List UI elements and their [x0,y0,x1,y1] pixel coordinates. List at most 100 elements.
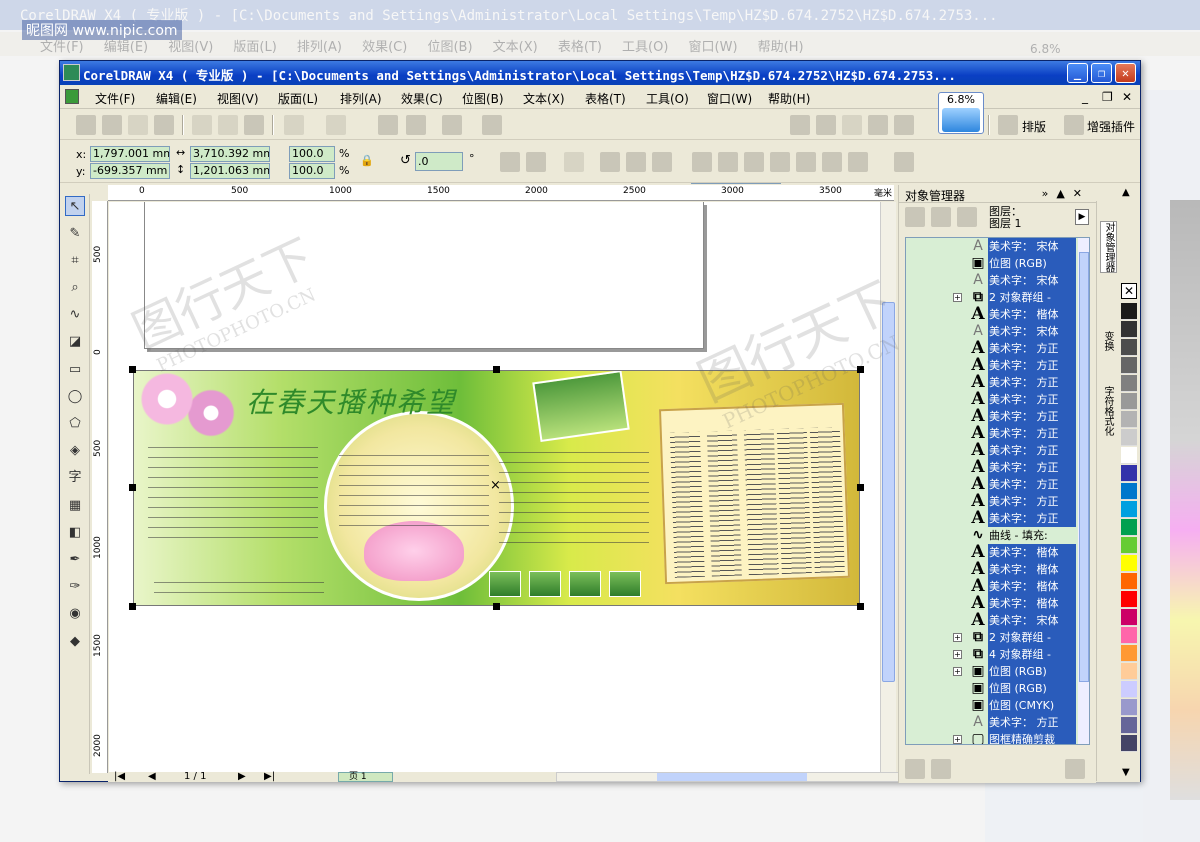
object-list-scrollbar[interactable] [1078,238,1089,744]
mirror-horizontal-icon[interactable] [500,152,520,172]
color-swatch[interactable] [1121,375,1137,392]
export-icon[interactable] [406,115,426,135]
interactive-fill-icon[interactable]: ◆ [65,632,85,652]
object-row[interactable]: + ⧉ 4 对象群组 - [906,646,1076,663]
doc-close-button[interactable]: ✕ [1122,90,1132,104]
color-swatch[interactable] [1121,645,1137,662]
ellipse-tool-icon[interactable]: ◯ [65,387,85,407]
horizontal-scrollbar[interactable] [556,772,924,782]
expand-icon[interactable]: + [953,633,962,642]
expand-icon[interactable]: + [953,735,962,744]
color-swatch[interactable] [1121,663,1137,680]
color-swatch[interactable] [1121,429,1137,446]
selection-handle[interactable] [493,603,500,610]
lock-ratio-icon[interactable]: 🔒 [360,154,374,167]
doc-minimize-button[interactable]: _ [1082,90,1088,104]
pick-tool-icon[interactable]: ↖ [65,196,85,216]
close-button[interactable]: ✕ [1115,63,1136,83]
object-row[interactable]: A 美术字： 方正 [906,374,1076,391]
object-row[interactable]: A 美术字： 方正 [906,459,1076,476]
fill-tool-icon[interactable]: ◉ [65,604,85,624]
layout-icon[interactable] [998,115,1018,135]
trash-icon[interactable] [1065,759,1085,779]
object-row[interactable]: A 美术字： 方正 [906,510,1076,527]
ungroup-all-icon[interactable] [652,152,672,172]
text-tool-icon[interactable]: 字 [65,468,85,488]
page-first-icon[interactable]: |◀ [114,771,125,782]
shape-tool-icon[interactable]: ✎ [65,224,85,244]
back-minus-front-icon[interactable] [822,152,842,172]
redo-icon[interactable] [326,115,346,135]
freehand-tool-icon[interactable]: ∿ [65,305,85,325]
minimize-button[interactable]: _ [1067,63,1088,83]
color-swatch[interactable] [1121,591,1137,608]
color-swatch[interactable] [1121,447,1137,464]
object-row[interactable]: A 美术字： 宋体 [906,272,1076,289]
rectangle-tool-icon[interactable]: ▭ [65,360,85,380]
menu-layout[interactable]: 版面(L) [278,90,318,107]
menu-bitmaps[interactable]: 位图(B) [462,90,504,107]
import-icon[interactable] [378,115,398,135]
height-field[interactable]: 1,201.063 mm [190,163,270,179]
palette-scroll-up-icon[interactable]: ▲ [1122,187,1130,198]
object-row[interactable]: A 美术字： 宋体 [906,238,1076,255]
layout-button[interactable]: 排版 [1022,118,1046,135]
selection-handle[interactable] [129,366,136,373]
selection-handle[interactable] [129,484,136,491]
color-swatch[interactable] [1121,393,1137,410]
color-swatch[interactable] [1121,303,1137,320]
table-tool-icon[interactable]: ▦ [65,496,85,516]
color-swatch[interactable] [1121,465,1137,482]
color-swatch[interactable] [1121,501,1137,518]
tab-object-manager[interactable]: 对象管理器 [1100,221,1117,273]
scroll-thumb[interactable] [1079,252,1089,682]
no-color-swatch[interactable]: ✕ [1121,283,1137,299]
cut-icon[interactable] [192,115,212,135]
save-icon[interactable] [128,115,148,135]
menu-text[interactable]: 文本(X) [523,90,565,107]
vertical-scrollbar[interactable] [880,202,896,772]
color-swatch[interactable] [1121,339,1137,356]
crop-tool-icon[interactable]: ⌗ [65,251,85,271]
selection-handle[interactable] [129,603,136,610]
expand-icon[interactable]: + [953,650,962,659]
outline-tool-icon[interactable]: ✑ [65,577,85,597]
object-row[interactable]: A 美术字： 方正 [906,340,1076,357]
smart-fill-icon[interactable]: ◪ [65,332,85,352]
expand-icon[interactable]: + [953,293,962,302]
palette-scroll-down-icon[interactable]: ▼ [1122,767,1130,778]
color-swatch[interactable] [1121,681,1137,698]
edit-across-layers-icon[interactable] [931,207,951,227]
object-row[interactable]: A 美术字： 楷体 [906,561,1076,578]
undo-icon[interactable] [284,115,304,135]
scale-x-field[interactable]: 100.0 [289,146,335,162]
maximize-button[interactable]: ❐ [1091,63,1112,83]
object-row[interactable]: ∿ 曲线 - 填充: [906,527,1076,544]
menu-tools[interactable]: 工具(O) [646,90,689,107]
menu-arrange[interactable]: 排列(A) [340,90,382,107]
show-properties-icon[interactable] [905,207,925,227]
copy-icon[interactable] [218,115,238,135]
application-launcher-icon[interactable] [442,115,462,135]
color-swatch[interactable] [1121,555,1137,572]
menu-effects[interactable]: 效果(C) [401,90,443,107]
layer-flyout-icon[interactable]: ▶ [1075,209,1089,225]
rotation-field[interactable]: .0 [415,152,463,171]
object-row[interactable]: ▣ 位图 (RGB) [906,255,1076,272]
menu-edit[interactable]: 编辑(E) [156,90,197,107]
y-position-field[interactable]: -699.357 mm [90,163,170,179]
object-list[interactable]: A 美术字： 宋体 ▣ 位图 (RGB) A 美术字： 宋体 + ⧉ 2 对象群组 - A 美术字… [905,237,1090,745]
color-swatch[interactable] [1121,609,1137,626]
selection-handle[interactable] [857,603,864,610]
layer-manager-view-icon[interactable] [957,207,977,227]
object-row[interactable]: A 美术字： 方正 [906,408,1076,425]
expand-icon[interactable]: + [953,667,962,676]
color-swatch[interactable] [1121,321,1137,338]
new-layer-icon[interactable] [905,759,925,779]
tab-character-format[interactable]: 字符格式化 [1100,386,1115,436]
object-row[interactable]: A 美术字： 楷体 [906,595,1076,612]
page-tab[interactable]: 页 1 [338,772,393,782]
new-master-layer-icon[interactable] [931,759,951,779]
object-row[interactable]: A 美术字： 方正 [906,425,1076,442]
x-position-field[interactable]: 1,797.001 mm [90,146,170,162]
